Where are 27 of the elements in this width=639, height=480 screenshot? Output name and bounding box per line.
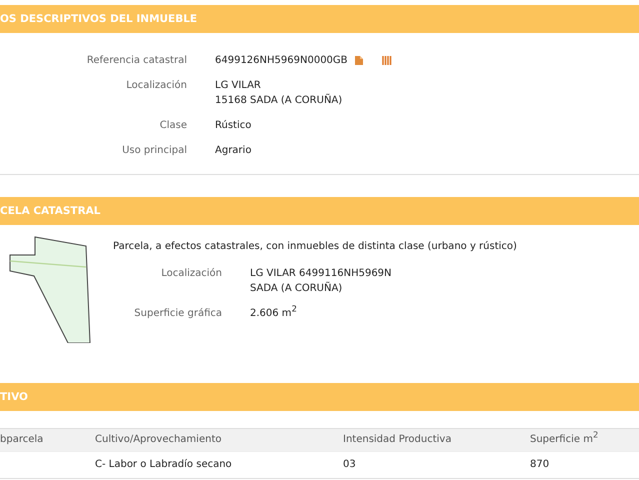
section-title: TIVO <box>0 391 28 403</box>
field-value: Agrario <box>215 144 252 158</box>
column-header: Intensidad Productiva <box>343 428 530 451</box>
column-header: Superficie m$^{2}$ <box>530 428 639 451</box>
field-label: Localización <box>160 267 222 281</box>
table-cell: 870 <box>530 451 639 479</box>
column-header: bparcela <box>0 428 95 451</box>
field-label: Clase <box>158 119 187 133</box>
field-value: 6499126NH5969N0000GB <box>215 54 348 68</box>
field-label: Superficie gráfica <box>133 307 222 321</box>
field-value: Rústico <box>215 119 252 133</box>
column-header: Cultivo/Aprovechamiento <box>95 428 343 451</box>
field-label: Localización <box>125 79 187 93</box>
section-title: CELA CATASTRAL <box>0 205 100 217</box>
field-value: LG VILAR 6499116NH5969N <box>250 267 392 281</box>
field-label: Referencia catastral <box>86 54 187 68</box>
field-value: 15168 SADA (A CORUÑA) <box>215 93 342 108</box>
table-cell: C- Labor o Labradío secano <box>95 451 343 479</box>
document-icon[interactable] <box>354 55 364 66</box>
field-value: SADA (A CORUÑA) <box>250 281 342 296</box>
section-title: OS DESCRIPTIVOS DEL INMUEBLE <box>0 13 198 25</box>
field-value: LG VILAR <box>215 79 261 93</box>
parcel-description: Parcela, a efectos catastrales, con inmuebles de distinta clase (urbano y rústico) <box>113 240 517 254</box>
table-cell: 03 <box>343 451 530 479</box>
field-value: 2.606 m$^{2}$ <box>250 306 297 321</box>
field-label: Uso principal <box>121 144 187 158</box>
barcode-icon[interactable] <box>382 55 393 66</box>
